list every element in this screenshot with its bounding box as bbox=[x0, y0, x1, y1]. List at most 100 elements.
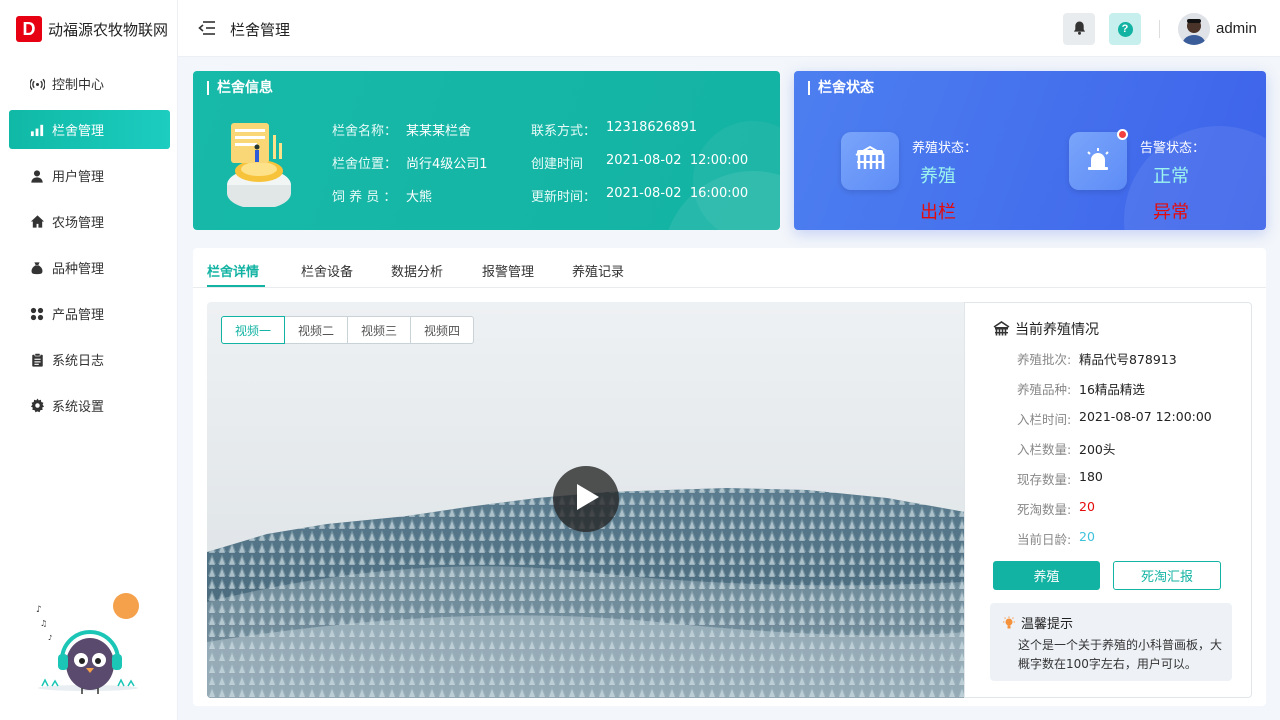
info-label: 栏舍位置： bbox=[332, 157, 398, 172]
info-row-breed: 养殖品种: 16精品精选 bbox=[1017, 379, 1145, 398]
sidebar-item-system-settings[interactable]: 系统设置 bbox=[9, 386, 170, 425]
user-icon bbox=[29, 168, 45, 184]
home-icon bbox=[29, 214, 45, 230]
sidebar-item-breed-management[interactable]: 品种管理 bbox=[9, 248, 170, 287]
lightbulb-icon bbox=[1002, 616, 1016, 630]
sidebar-item-user-management[interactable]: 用户管理 bbox=[9, 156, 170, 195]
alarm-status-icon-box bbox=[1069, 132, 1127, 190]
sidebar-item-label: 农场管理 bbox=[52, 216, 105, 231]
breeding-info-panel: 当前养殖情况 养殖批次: 精品代号878913 养殖品种: 16精品精选 入栏时… bbox=[964, 302, 1252, 698]
username[interactable]: admin bbox=[1216, 20, 1257, 37]
breeding-info-title-text: 当前养殖情况 bbox=[1015, 322, 1099, 338]
gear-icon bbox=[29, 398, 45, 414]
pen-name-value: 某某某栏舍 bbox=[406, 124, 472, 139]
row-value: 180 bbox=[1079, 469, 1103, 484]
play-icon bbox=[571, 481, 601, 517]
pen-info-title: 栏舍信息 bbox=[207, 81, 273, 95]
sidebar-item-product-management[interactable]: 产品管理 bbox=[9, 294, 170, 333]
bell-icon bbox=[1073, 20, 1086, 39]
keeper-value: 大熊 bbox=[406, 190, 433, 205]
tab-alarm-management[interactable]: 报警管理 bbox=[482, 261, 534, 280]
svg-text:♫: ♫ bbox=[40, 619, 47, 628]
app-name: 动福源农牧物联网 bbox=[48, 20, 169, 39]
sidebar-nav: 控制中心 栏舍管理 用户管理 农场管理 品种管理 产品管理 系统日志 系统设置 bbox=[9, 64, 170, 432]
info-row-age-days: 当前日龄: 20 bbox=[1017, 529, 1095, 548]
contact-value: 12318626891 bbox=[606, 120, 697, 135]
sidebar-item-label: 产品管理 bbox=[52, 308, 105, 323]
row-label: 养殖批次: bbox=[1017, 352, 1072, 367]
tip-text: 这个是一个关于养殖的小科普画板，大概字数在100字左右，用户可以。 bbox=[1018, 638, 1223, 671]
info-label: 创建时间 bbox=[531, 157, 584, 172]
video-source-tabs: 视频一 视频二 视频三 视频四 bbox=[221, 316, 474, 344]
info-row-entry-time: 入栏时间: 2021-08-07 12:00:00 bbox=[1017, 409, 1212, 428]
alarm-status-abnormal: 异常 bbox=[1153, 202, 1189, 223]
info-row-batch: 养殖批次: 精品代号878913 bbox=[1017, 349, 1177, 368]
play-button[interactable] bbox=[553, 466, 619, 532]
sidebar-item-label: 控制中心 bbox=[52, 78, 105, 93]
breeding-button[interactable]: 养殖 bbox=[993, 561, 1100, 590]
top-header: 栏舍管理 ? admin bbox=[178, 0, 1280, 57]
app-logo[interactable]: D 动福源农牧物联网 bbox=[16, 16, 168, 42]
header-divider bbox=[1159, 20, 1160, 38]
sidebar-item-label: 系统日志 bbox=[52, 354, 105, 369]
tip-title: 温馨提示 bbox=[1002, 613, 1073, 632]
alarm-indicator-dot bbox=[1117, 129, 1128, 140]
sidebar-item-pen-management[interactable]: 栏舍管理 bbox=[9, 110, 170, 149]
sidebar-item-farm-management[interactable]: 农场管理 bbox=[9, 202, 170, 241]
video-player[interactable]: 视频一 视频二 视频三 视频四 bbox=[207, 302, 965, 698]
row-label: 当前日龄: bbox=[1017, 532, 1072, 547]
mascot-illustration: ♪ ♫ ♪ bbox=[30, 590, 150, 700]
pen-status-card: 栏舍状态 养殖状态： 养殖 出栏 告警状态： 正常 异常 bbox=[794, 71, 1266, 230]
fence-icon bbox=[854, 145, 886, 177]
sidebar-item-control-center[interactable]: 控制中心 bbox=[9, 64, 170, 103]
sidebar: D 动福源农牧物联网 控制中心 栏舍管理 用户管理 农场管理 品种管理 产品管理… bbox=[0, 0, 178, 720]
page-title: 栏舍管理 bbox=[230, 21, 291, 39]
info-label: 更新时间： bbox=[531, 190, 597, 205]
row-label: 死淘数量: bbox=[1017, 502, 1072, 517]
info-row-entry-count: 入栏数量: 200头 bbox=[1017, 439, 1115, 458]
row-value: 20 bbox=[1079, 499, 1095, 514]
pen-location-value: 尚行4级公司1 bbox=[406, 157, 488, 172]
bag-icon bbox=[29, 260, 45, 276]
tab-pen-equipment[interactable]: 栏舍设备 bbox=[301, 261, 353, 280]
sidebar-item-label: 品种管理 bbox=[52, 262, 105, 277]
created-time-value: 2021-08-02 12:00:00 bbox=[606, 153, 749, 168]
detail-panel: 栏舍详情 栏舍设备 数据分析 报警管理 养殖记录 视频一 视频二 视频三 视频四 bbox=[193, 248, 1266, 706]
help-button[interactable]: ? bbox=[1109, 13, 1141, 45]
sidebar-item-system-log[interactable]: 系统日志 bbox=[9, 340, 170, 379]
row-label: 入栏数量: bbox=[1017, 442, 1072, 457]
active-tab-underline bbox=[207, 285, 265, 287]
breeding-status-abnormal: 出栏 bbox=[920, 202, 956, 223]
notification-button[interactable] bbox=[1063, 13, 1095, 45]
avatar[interactable] bbox=[1178, 13, 1210, 45]
video-tab-4[interactable]: 视频四 bbox=[410, 316, 474, 344]
pen-icon bbox=[993, 321, 1010, 337]
menu-collapse-icon[interactable] bbox=[198, 20, 216, 36]
death-report-button[interactable]: 死淘汇报 bbox=[1113, 561, 1221, 590]
breeding-status-icon-box bbox=[841, 132, 899, 190]
row-value: 200头 bbox=[1079, 442, 1116, 457]
info-label: 饲 养 员 ： bbox=[332, 190, 397, 205]
tab-pen-details[interactable]: 栏舍详情 bbox=[207, 261, 259, 280]
card-decoration bbox=[693, 121, 780, 230]
video-tab-2[interactable]: 视频二 bbox=[284, 316, 348, 344]
siren-icon bbox=[1084, 145, 1112, 177]
breeding-status-normal: 养殖 bbox=[920, 166, 956, 187]
info-label: 栏舍名称： bbox=[332, 124, 398, 139]
row-value: 2021-08-07 12:00:00 bbox=[1079, 409, 1212, 424]
info-row-current-count: 现存数量: 180 bbox=[1017, 469, 1103, 488]
sidebar-item-label: 用户管理 bbox=[52, 170, 105, 185]
video-tab-3[interactable]: 视频三 bbox=[347, 316, 411, 344]
video-tab-1[interactable]: 视频一 bbox=[221, 316, 285, 344]
logo-mark: D bbox=[16, 16, 42, 42]
clipboard-icon bbox=[29, 352, 45, 368]
tab-breeding-records[interactable]: 养殖记录 bbox=[572, 261, 624, 280]
document-illustration bbox=[215, 115, 297, 209]
row-label: 现存数量: bbox=[1017, 472, 1072, 487]
tab-data-analysis[interactable]: 数据分析 bbox=[391, 261, 443, 280]
question-icon: ? bbox=[1117, 21, 1133, 37]
row-value: 精品代号878913 bbox=[1079, 352, 1177, 367]
row-label: 养殖品种: bbox=[1017, 382, 1072, 397]
row-label: 入栏时间: bbox=[1017, 412, 1072, 427]
sidebar-item-label: 栏舍管理 bbox=[52, 124, 105, 139]
